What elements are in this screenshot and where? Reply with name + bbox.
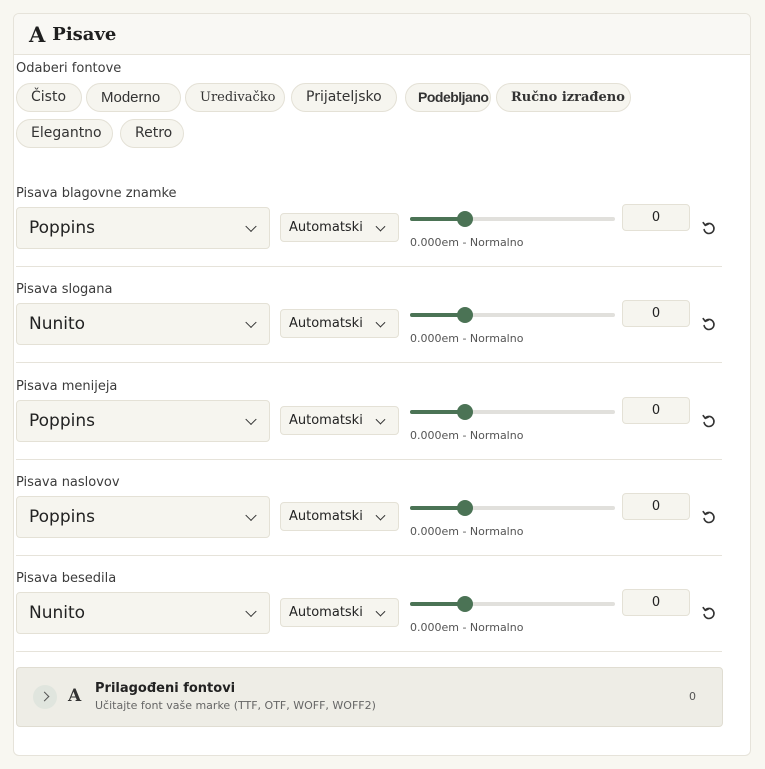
chevron-down-icon [245, 509, 257, 522]
font-weight-select[interactable]: Automatski [280, 309, 399, 338]
letter-spacing-caption: 0.000em - Normalno [410, 525, 524, 538]
custom-fonts-count: 0 [689, 690, 696, 703]
font-weight-select[interactable]: Automatski [280, 598, 399, 627]
letter-spacing-slider[interactable] [410, 500, 615, 516]
panel-title: Pisave [52, 23, 117, 45]
preset-chip-prijateljsko[interactable]: Prijateljsko [291, 83, 397, 112]
font-weight-select[interactable]: Automatski [280, 502, 399, 531]
font-weight-select[interactable]: Automatski [280, 406, 399, 435]
letter-spacing-slider[interactable] [410, 404, 615, 420]
chevron-down-icon [375, 221, 386, 232]
slider-thumb[interactable] [457, 211, 473, 227]
preset-chip-podebljano[interactable]: Podebljano [405, 83, 491, 112]
presets-label: Odaberi fontove [16, 61, 122, 76]
font-family-select[interactable]: Poppins [16, 207, 270, 249]
font-letter-icon: A [68, 686, 82, 706]
font-family-select[interactable]: Poppins [16, 496, 270, 538]
reset-icon[interactable] [701, 220, 717, 236]
letter-spacing-input[interactable]: 0 [622, 300, 690, 327]
row-divider [16, 651, 722, 652]
slider-thumb[interactable] [457, 500, 473, 516]
letter-spacing-slider[interactable] [410, 596, 615, 612]
font-row-label: Pisava naslovov [16, 475, 120, 490]
font-weight-select[interactable]: Automatski [280, 213, 399, 242]
font-family-value: Nunito [29, 314, 86, 334]
font-letter-icon: A [29, 21, 46, 47]
chevron-down-icon [375, 317, 386, 328]
row-divider [16, 266, 722, 267]
font-family-value: Poppins [29, 218, 95, 238]
preset-chip-retro[interactable]: Retro [120, 119, 184, 148]
custom-fonts-title: Prilagođeni fontovi [95, 681, 236, 696]
custom-fonts-section[interactable]: A Prilagođeni fontovi Učitajte font vaše… [16, 667, 723, 727]
chevron-down-icon [245, 316, 257, 329]
letter-spacing-slider[interactable] [410, 211, 615, 227]
font-weight-value: Automatski [289, 413, 363, 428]
slider-thumb[interactable] [457, 596, 473, 612]
reset-icon[interactable] [701, 413, 717, 429]
letter-spacing-input[interactable]: 0 [622, 589, 690, 616]
preset-chip-cisto[interactable]: Čisto [16, 83, 82, 112]
font-row-label: Pisava slogana [16, 282, 113, 297]
chevron-down-icon [245, 413, 257, 426]
font-row-label: Pisava blagovne znamke [16, 186, 177, 201]
letter-spacing-caption: 0.000em - Normalno [410, 332, 524, 345]
letter-spacing-input[interactable]: 0 [622, 493, 690, 520]
custom-fonts-subtitle: Učitajte font vaše marke (TTF, OTF, WOFF… [95, 699, 376, 712]
font-weight-value: Automatski [289, 605, 363, 620]
reset-icon[interactable] [701, 316, 717, 332]
preset-chip-elegantno[interactable]: Elegantno [16, 119, 113, 148]
letter-spacing-caption: 0.000em - Normalno [410, 236, 524, 249]
font-family-select[interactable]: Nunito [16, 303, 270, 345]
preset-chip-moderno[interactable]: Moderno [86, 83, 181, 112]
reset-icon[interactable] [701, 509, 717, 525]
reset-icon[interactable] [701, 605, 717, 621]
font-weight-value: Automatski [289, 220, 363, 235]
chevron-right-icon[interactable] [33, 685, 57, 709]
panel-header: A Pisave [14, 14, 750, 55]
row-divider [16, 362, 722, 363]
font-row-label: Pisava besedila [16, 571, 117, 586]
font-weight-value: Automatski [289, 509, 363, 524]
chevron-down-icon [245, 220, 257, 233]
chevron-down-icon [375, 606, 386, 617]
row-divider [16, 555, 722, 556]
chevron-down-icon [245, 605, 257, 618]
font-family-value: Poppins [29, 411, 95, 431]
slider-thumb[interactable] [457, 404, 473, 420]
letter-spacing-caption: 0.000em - Normalno [410, 429, 524, 442]
chevron-down-icon [375, 510, 386, 521]
letter-spacing-slider[interactable] [410, 307, 615, 323]
font-family-select[interactable]: Nunito [16, 592, 270, 634]
font-family-select[interactable]: Poppins [16, 400, 270, 442]
font-weight-value: Automatski [289, 316, 363, 331]
letter-spacing-input[interactable]: 0 [622, 397, 690, 424]
preset-chip-rucno-izradeno[interactable]: Ručno izrađeno [496, 83, 631, 112]
chevron-down-icon [375, 414, 386, 425]
letter-spacing-input[interactable]: 0 [622, 204, 690, 231]
font-family-value: Poppins [29, 507, 95, 527]
preset-chip-uredivacko[interactable]: Uredivačko [185, 83, 285, 112]
slider-thumb[interactable] [457, 307, 473, 323]
row-divider [16, 459, 722, 460]
letter-spacing-caption: 0.000em - Normalno [410, 621, 524, 634]
font-family-value: Nunito [29, 603, 86, 623]
font-row-label: Pisava menijeja [16, 379, 118, 394]
